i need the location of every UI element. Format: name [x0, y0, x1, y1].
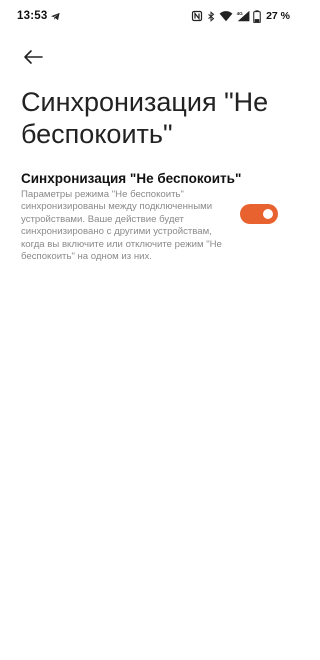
dnd-sync-toggle[interactable]	[240, 204, 278, 224]
telegram-icon	[50, 12, 60, 21]
setting-description: Параметры режима "Не беспокоить" синхрон…	[21, 189, 222, 263]
signal-icon: 4G	[237, 10, 250, 22]
nfc-icon	[191, 10, 203, 22]
system-icons: 4G 27 %	[191, 9, 290, 23]
status-time: 13:53	[17, 10, 48, 22]
wifi-icon	[219, 11, 233, 22]
svg-text:4G: 4G	[237, 11, 244, 16]
battery-percent: 27 %	[266, 10, 290, 22]
status-bar: 13:53 4G 27 %	[0, 0, 300, 34]
dnd-sync-setting[interactable]: Синхронизация "Не беспокоить" Параметры …	[21, 170, 283, 263]
bluetooth-icon	[208, 10, 215, 22]
battery-icon	[253, 9, 261, 23]
setting-title: Синхронизация "Не беспокоить"	[21, 171, 242, 186]
arrow-left-icon	[24, 50, 43, 64]
page-title: Синхронизация "Не беспокоить"	[21, 87, 269, 149]
toggle-knob	[263, 209, 273, 219]
back-button[interactable]	[18, 42, 48, 72]
